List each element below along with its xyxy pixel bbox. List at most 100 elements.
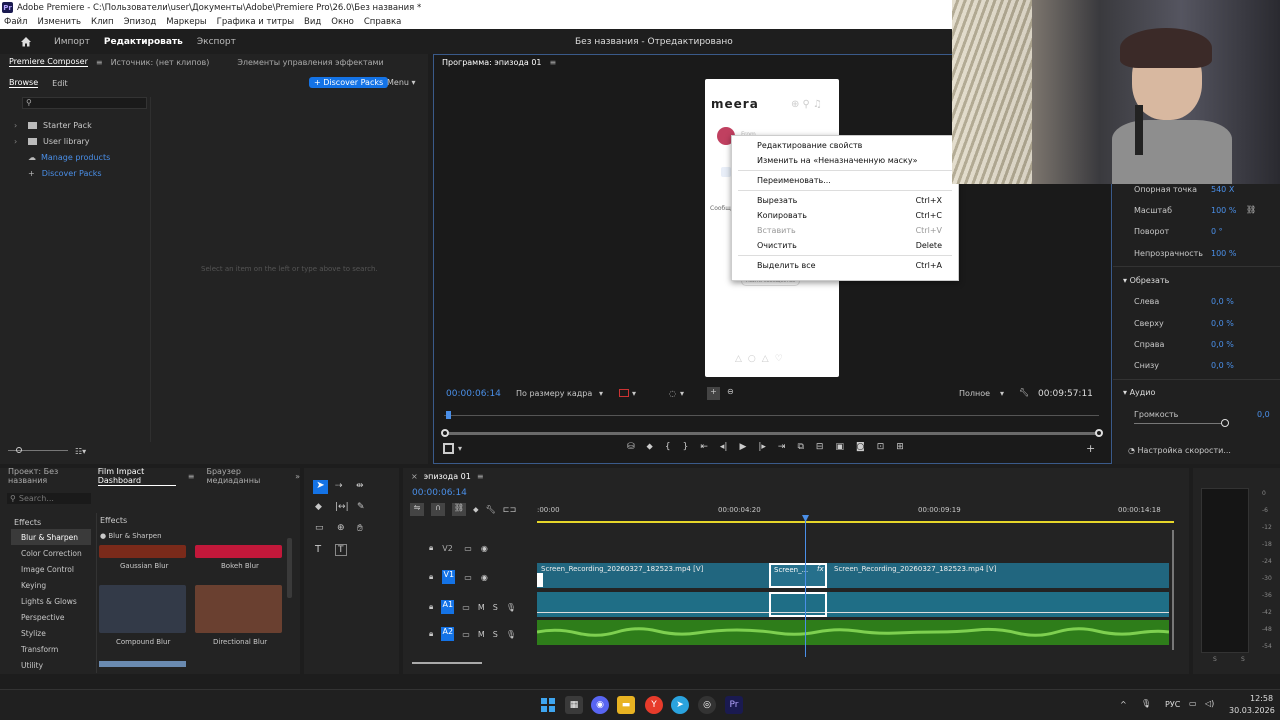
track-label[interactable]: V2 [442,544,455,553]
scale-value[interactable]: 100 % [1211,206,1236,215]
tab-film-impact[interactable]: Film Impact Dashboard [97,467,176,486]
linked-selection-icon[interactable]: ⛓ [452,503,466,516]
lock-icon[interactable]: 🔒︎ [429,543,433,553]
panel-menu-icon[interactable]: ≡ [477,472,484,481]
category-item[interactable]: Blur & Sharpen [11,529,91,545]
crop-right-value[interactable]: 0,0 % [1211,340,1234,349]
volume-icon[interactable]: ◁) [1205,699,1214,708]
panel-menu-icon[interactable]: ≡ [550,58,557,67]
menu-view[interactable]: Вид [304,17,321,27]
link-icon[interactable]: ⛓ [1246,205,1256,214]
add-marker-icon[interactable]: + [707,387,720,400]
solo-icon[interactable]: S [493,603,498,612]
multi-camera-icon[interactable]: ⊞ [896,442,904,452]
scrollbar-handle-left[interactable] [441,429,449,437]
effect-thumb-gaussian[interactable] [99,545,186,558]
effect-thumb-compound[interactable] [99,585,186,633]
composer-search-input[interactable]: ⚲ [22,97,147,109]
category-item[interactable]: Perspective [11,609,91,625]
tab-premiere-composer[interactable]: Premiere Composer [9,57,88,67]
volume-slider[interactable] [1134,423,1229,424]
crop-left-value[interactable]: 0,0 % [1211,297,1234,306]
clock-time[interactable]: 12:58 [1250,694,1273,703]
overwrite-icon[interactable]: ⊟ [816,442,824,452]
quality-dropdown[interactable]: Полное ▾ [955,386,1008,400]
context-menu-item[interactable]: Изменить на «Неназначенную маску» [732,153,958,168]
microphone-icon[interactable]: 🎙︎ [1141,699,1151,708]
menu-sequence[interactable]: Эпизод [124,17,157,27]
comment-dropdown[interactable]: ◌ ▾ [666,386,700,400]
clip-a1[interactable] [537,592,1169,617]
track-label[interactable]: A2 [441,627,455,641]
list-view-icon[interactable]: ☷▾ [75,447,86,456]
tab-media-browser[interactable]: Браузер медиаданны [206,467,283,485]
ripple-edit-icon[interactable]: ⇹ [356,481,364,491]
more-tabs-icon[interactable]: » [295,472,300,481]
rotation-value[interactable]: 0 ° [1211,227,1223,236]
minus-circle-icon[interactable]: ⊖ [727,387,734,396]
go-to-out-icon[interactable]: ⇥ [778,442,786,452]
clip-v1-selected[interactable]: Screen_... fx [769,563,827,588]
timeline-hscroll[interactable] [412,662,482,664]
time-ruler[interactable]: :00:00 00:00:04:20 00:00:09:19 00:00:14:… [537,505,1177,523]
lock-icon[interactable]: 🔒︎ [429,629,433,639]
effects-search-input[interactable]: ⚲ Search... [7,493,91,504]
effect-thumb-partial[interactable] [99,661,186,667]
category-item[interactable]: Utility [11,657,91,673]
slip-tool-icon[interactable]: |↔| [335,502,349,512]
compare-icon[interactable]: ▣ [835,442,844,452]
crop-top-value[interactable]: 0,0 % [1211,319,1234,328]
menu-edit[interactable]: Изменить [37,17,81,27]
tab-project[interactable]: Проект: Без названия [8,467,86,485]
calculator-icon[interactable]: ▦ [565,696,583,714]
tab-effect-controls[interactable]: Элементы управления эффектами [237,58,383,67]
microphone-icon[interactable]: 🎙︎ [506,630,516,639]
discover-packs-button[interactable]: + Discover Packs [309,77,389,88]
type-tool-icon[interactable]: T [315,544,321,555]
panel-menu-icon[interactable]: ≡ [96,58,103,67]
rectangle-tool-icon[interactable]: ▭ [315,523,324,533]
tree-item-starter-pack[interactable]: › Starter Pack [14,117,110,133]
razor-tool-icon[interactable]: ◆ [315,502,322,512]
zoom-scrollbar[interactable] [444,432,1100,435]
marker-icon[interactable]: ⬥ [647,442,653,452]
sync-lock-icon[interactable]: ▭ [464,573,472,582]
menu-button[interactable]: Menu ▾ [387,78,416,87]
step-back-icon[interactable]: ◂| [720,442,728,452]
timeline-timecode[interactable]: 00:00:06:14 [412,488,467,498]
context-menu-item[interactable]: Вырезать Ctrl+X [732,193,958,208]
timeline-vscroll[interactable] [1172,530,1174,650]
scrollbar-handle-right[interactable] [1095,429,1103,437]
chevron-up-icon[interactable]: ^ [1120,700,1127,709]
menu-clip[interactable]: Клип [91,17,114,27]
menu-markers[interactable]: Маркеры [166,17,206,27]
tree-item-discover-packs[interactable]: + Discover Packs [14,165,110,181]
go-to-in-icon[interactable]: ⇤ [700,442,708,452]
add-marker-icon[interactable]: ⬥ [473,505,479,515]
hand-tool-icon[interactable]: ✋︎ [357,523,363,534]
category-item[interactable]: Transform [11,641,91,657]
category-item[interactable]: Stylize [11,625,91,641]
context-menu-item[interactable]: Выделить все Ctrl+A [732,258,958,273]
context-menu-item[interactable]: Копировать Ctrl+C [732,208,958,223]
sync-lock-icon[interactable]: ▭ [462,630,470,639]
close-icon[interactable]: × [411,472,418,481]
tab-sequence[interactable]: эпизода 01 [424,472,471,481]
context-menu-item[interactable]: Редактирование свойств [732,138,958,153]
context-menu-item[interactable]: Переименовать... [732,173,958,188]
volume-slider-handle[interactable] [1221,419,1229,427]
captions-icon[interactable]: ⊏⊐ [503,505,516,514]
category-item[interactable]: Lights & Glows [11,593,91,609]
meter-solo-left[interactable]: S [1213,656,1217,663]
track-label[interactable]: A1 [441,600,455,614]
mark-out-icon[interactable]: } [683,442,689,452]
effects-scrollbar[interactable] [287,538,292,598]
effect-thumb-bokeh[interactable] [195,545,282,558]
tab-source[interactable]: Источник: (нет клипов) [111,58,210,67]
clip-a1-selected[interactable] [769,592,827,617]
export-frame-icon[interactable]: ⊡ [877,442,885,452]
play-icon[interactable]: ▶ [739,442,746,452]
workspace-edit[interactable]: Редактировать [104,37,183,47]
category-item[interactable]: Image Control [11,561,91,577]
tab-program[interactable]: Программа: эпизода 01 [442,58,542,67]
